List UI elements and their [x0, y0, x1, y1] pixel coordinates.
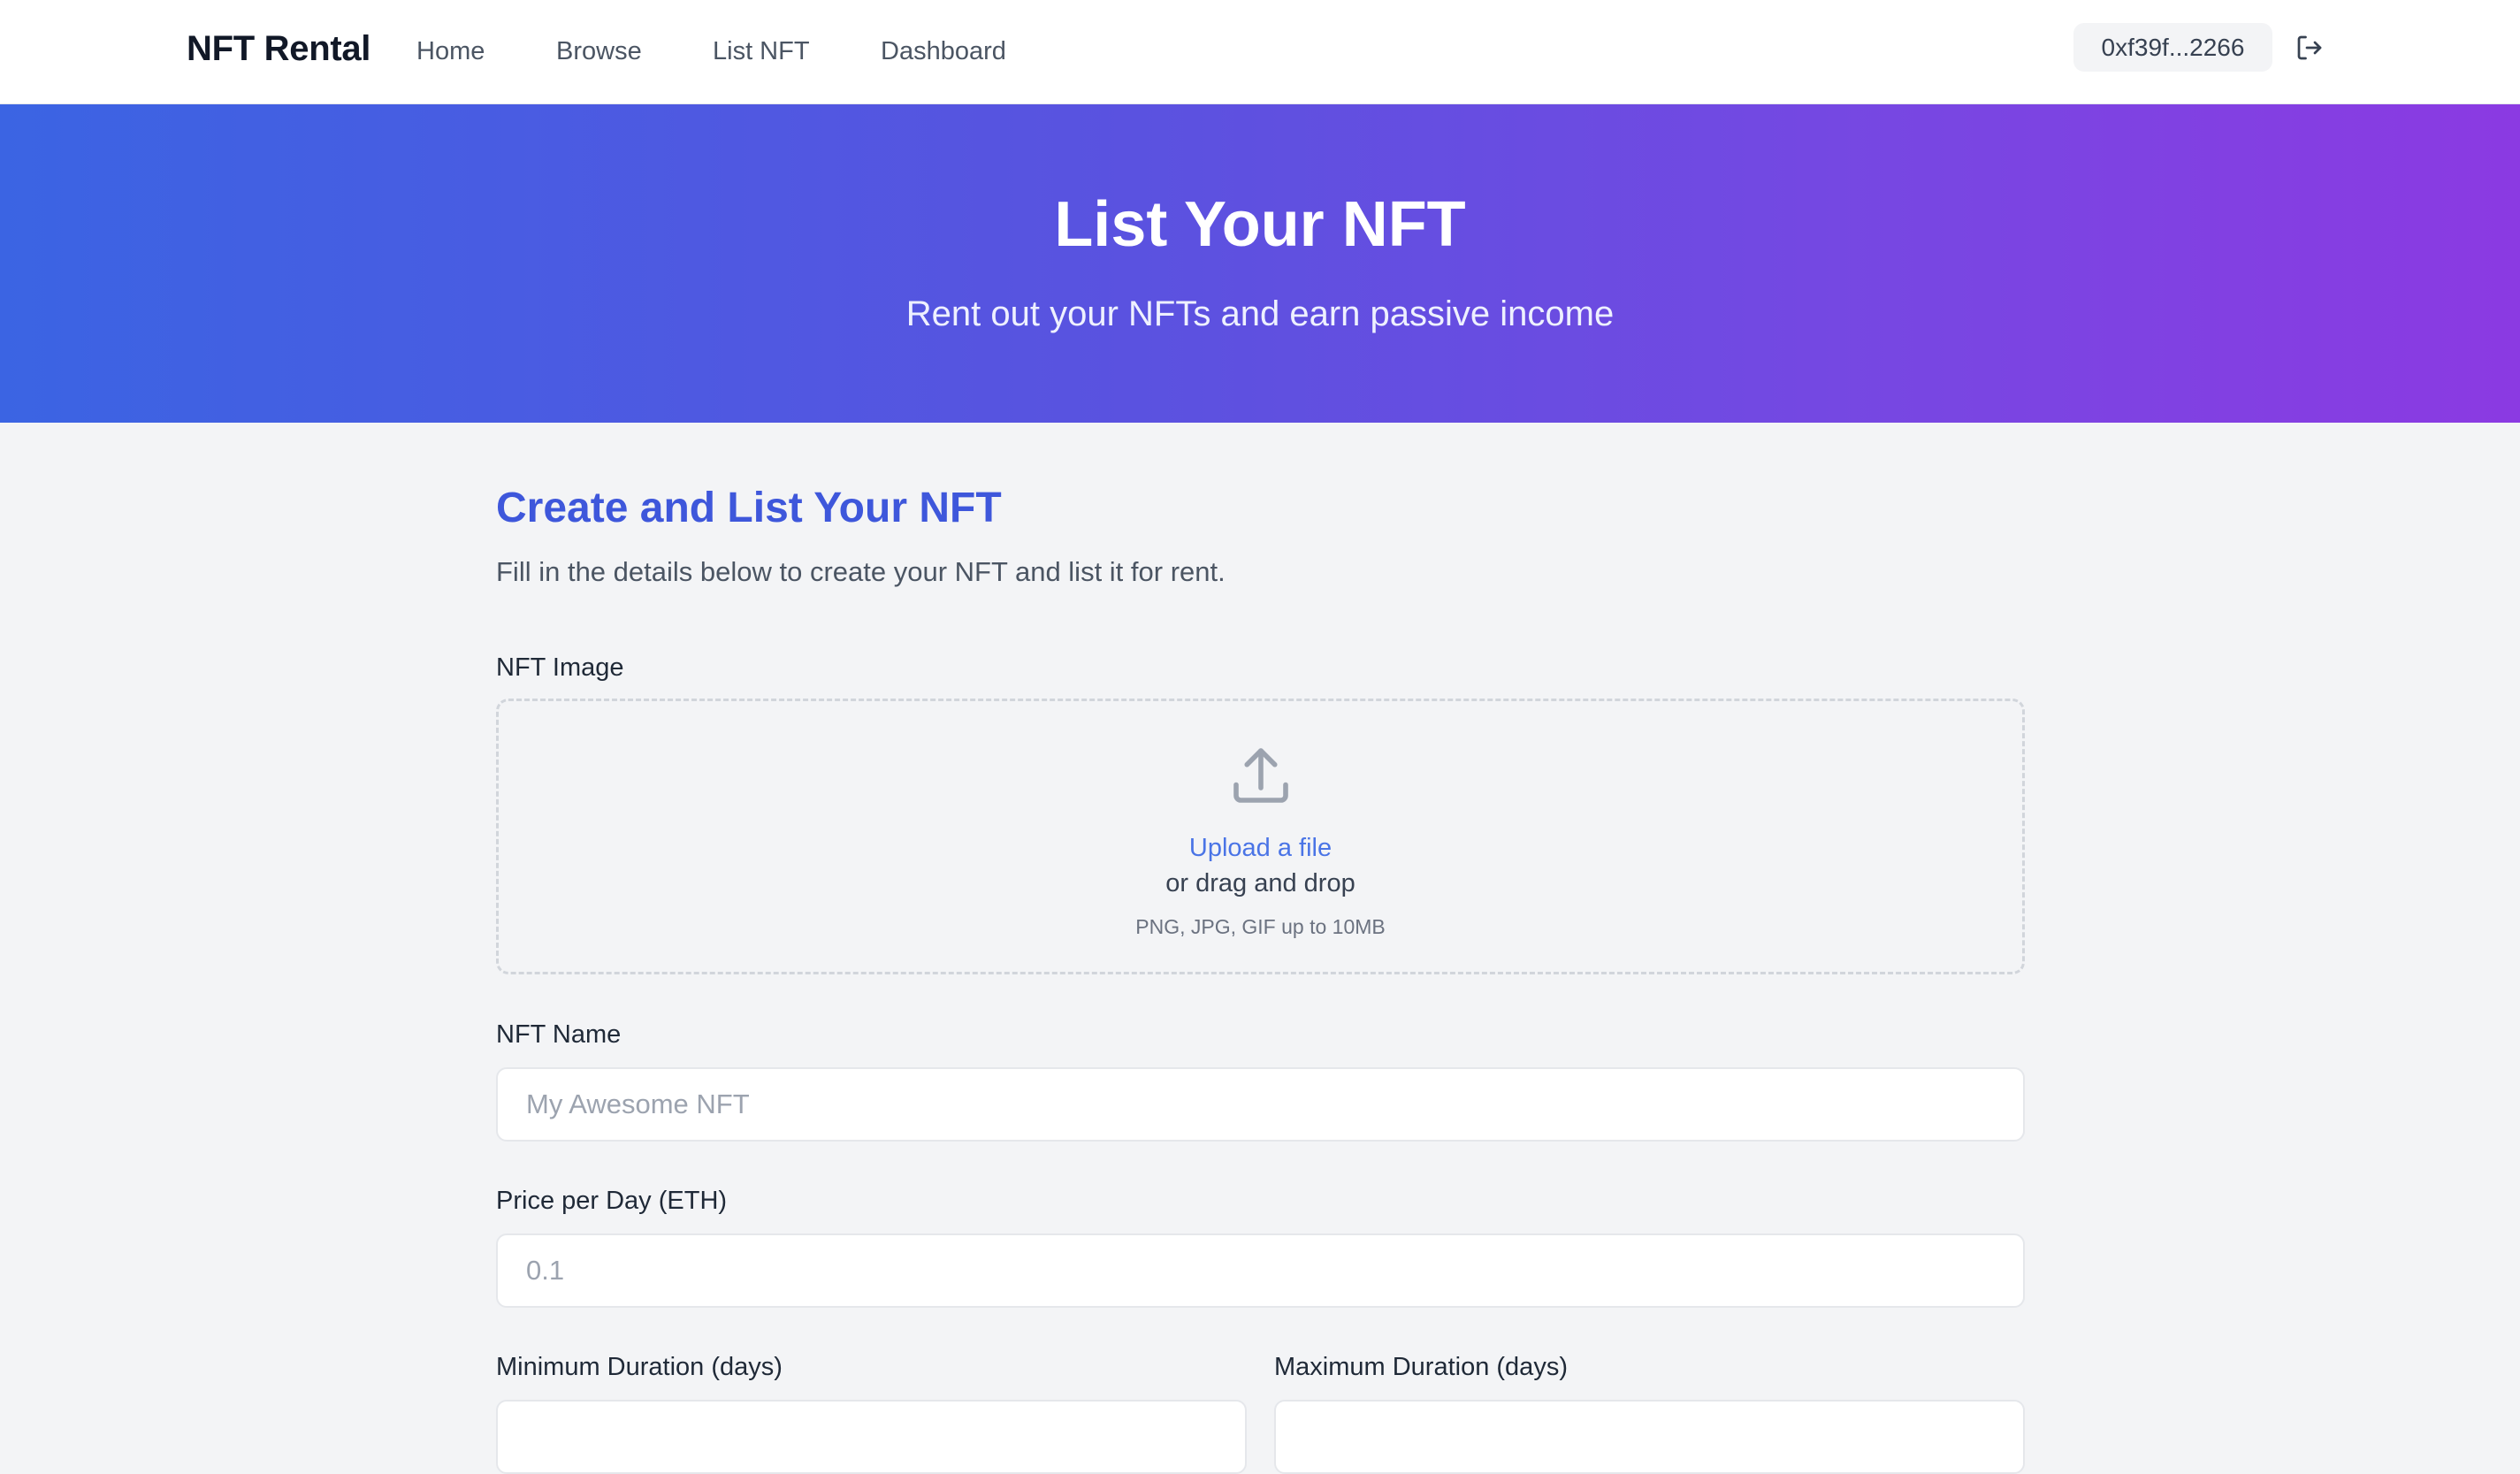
nav-link-dashboard[interactable]: Dashboard [881, 32, 1006, 71]
upload-icon [1233, 748, 1288, 803]
max-duration-label: Maximum Duration (days) [1274, 1353, 1568, 1381]
nav-link-list-nft[interactable]: List NFT [713, 32, 810, 71]
hero-banner: List Your NFT Rent out your NFTs and ear… [0, 104, 2520, 423]
top-navbar: NFT Rental Home Browse List NFT Dashboar… [0, 0, 2520, 104]
wallet-address-chip[interactable]: 0xf39f...2266 [2073, 23, 2272, 72]
nav-link-browse[interactable]: Browse [556, 32, 642, 71]
price-per-day-label: Price per Day (ETH) [496, 1187, 728, 1215]
form-description: Fill in the details below to create your… [496, 556, 1226, 587]
price-per-day-input[interactable] [496, 1233, 2025, 1308]
nft-name-input[interactable] [496, 1067, 2025, 1142]
upload-file-link[interactable]: Upload a file [499, 830, 2022, 866]
image-dropzone[interactable]: Upload a file or drag and drop PNG, JPG,… [496, 699, 2025, 974]
nft-name-label: NFT Name [496, 1020, 622, 1049]
brand-logo[interactable]: NFT Rental [187, 25, 370, 73]
min-duration-input[interactable] [496, 1400, 1247, 1474]
min-duration-label: Minimum Duration (days) [496, 1353, 783, 1381]
nav-link-home[interactable]: Home [416, 32, 485, 71]
drag-drop-text: or drag and drop [1165, 869, 1355, 897]
logout-button[interactable] [2294, 32, 2329, 64]
max-duration-input[interactable] [1274, 1400, 2025, 1474]
hero-title: List Your NFT [1054, 189, 1466, 260]
form-title: Create and List Your NFT [496, 485, 1002, 531]
file-type-hint: PNG, JPG, GIF up to 10MB [1135, 915, 1386, 938]
hero-subtitle: Rent out your NFTs and earn passive inco… [905, 294, 1615, 333]
logout-icon [2297, 35, 2322, 60]
nft-image-label: NFT Image [496, 653, 624, 682]
